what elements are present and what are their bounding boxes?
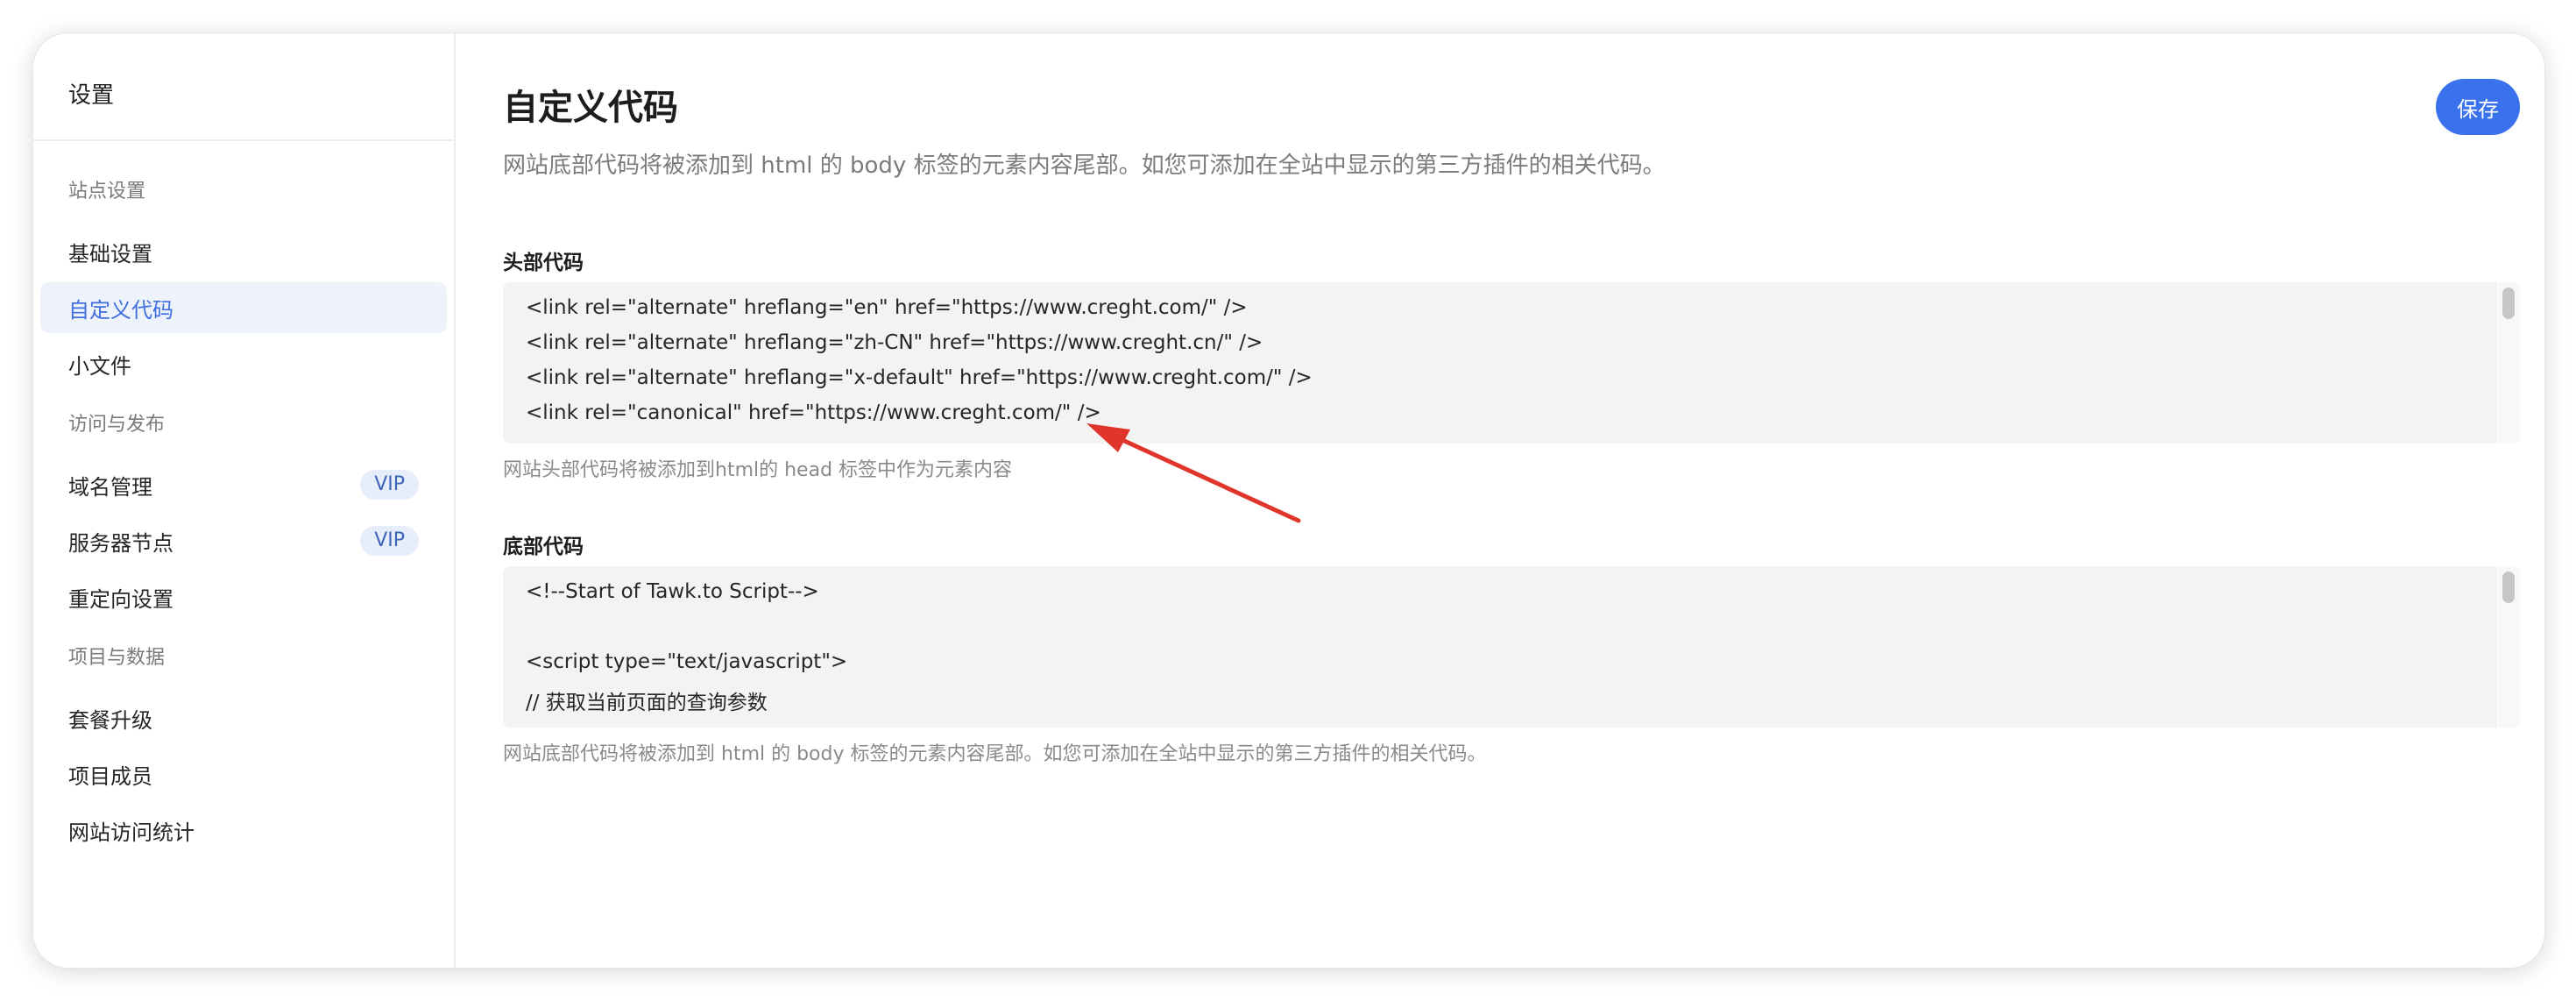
sidebar-item-label: 重定向设置: [68, 586, 173, 612]
sidebar: 设置 站点设置 基础设置 自定义代码 小文件 访问与发布 域名管理 VIP 服务…: [33, 33, 456, 968]
body-code-hint: 网站底部代码将被添加到 html 的 body 标签的元素内容尾部。如您可添加在…: [503, 743, 1487, 765]
sidebar-item-plan-upgrade[interactable]: 套餐升级: [40, 692, 447, 743]
sidebar-item-label: 基础设置: [68, 241, 152, 266]
code-line: <script type="text/javascript">: [526, 650, 848, 673]
sidebar-item-label: 网站访问统计: [68, 820, 195, 845]
head-code-label: 头部代码: [503, 252, 584, 274]
sidebar-item-custom-code[interactable]: 自定义代码: [40, 282, 447, 333]
page-description: 网站底部代码将被添加到 html 的 body 标签的元素内容尾部。如您可添加在…: [503, 153, 1666, 179]
code-line: <link rel="alternate" hreflang="x-defaul…: [526, 366, 1313, 389]
code-line: <link rel="canonical" href="https://www.…: [526, 401, 1101, 424]
head-code-hint: 网站头部代码将被添加到html的 head 标签中作为元素内容: [503, 459, 1013, 481]
page-title: 自定义代码: [503, 88, 678, 128]
head-code-scrollbar[interactable]: [2495, 282, 2520, 444]
sidebar-item-label: 项目成员: [68, 763, 152, 789]
code-line: <link rel="alternate" hreflang="en" href…: [526, 296, 1248, 319]
sidebar-item-basic-settings[interactable]: 基础设置: [40, 226, 447, 277]
group-label-site-settings: 站点设置: [68, 181, 146, 202]
sidebar-item-redirect-settings[interactable]: 重定向设置: [40, 571, 447, 622]
code-line: <link rel="alternate" hreflang="zh-CN" h…: [526, 331, 1263, 354]
body-code-label: 底部代码: [503, 536, 584, 558]
sidebar-item-label: 套餐升级: [68, 707, 152, 733]
group-label-project-data: 项目与数据: [68, 647, 166, 669]
scrollbar-thumb[interactable]: [2502, 288, 2515, 319]
sidebar-item-label: 域名管理: [68, 474, 152, 500]
sidebar-item-label: 服务器节点: [68, 530, 173, 556]
sidebar-item-server-nodes[interactable]: 服务器节点 VIP: [40, 515, 447, 566]
sidebar-item-label: 小文件: [68, 353, 131, 379]
save-button[interactable]: 保存: [2436, 79, 2520, 135]
head-code-editor[interactable]: <link rel="alternate" hreflang="en" href…: [503, 282, 2520, 444]
code-line: <!--Start of Tawk.to Script-->: [526, 580, 819, 603]
group-label-access-publish: 访问与发布: [68, 414, 166, 436]
body-code-scrollbar[interactable]: [2495, 566, 2520, 728]
main-panel: 自定义代码 网站底部代码将被添加到 html 的 body 标签的元素内容尾部。…: [457, 33, 2544, 968]
sidebar-item-site-analytics[interactable]: 网站访问统计: [40, 805, 447, 855]
vip-badge: VIP: [360, 470, 419, 500]
settings-window: 设置 站点设置 基础设置 自定义代码 小文件 访问与发布 域名管理 VIP 服务…: [33, 33, 2544, 968]
scrollbar-thumb[interactable]: [2502, 571, 2515, 603]
sidebar-item-small-files[interactable]: 小文件: [40, 338, 447, 389]
sidebar-item-domain-management[interactable]: 域名管理 VIP: [40, 459, 447, 510]
sidebar-divider: [33, 139, 454, 141]
sidebar-item-project-members[interactable]: 项目成员: [40, 749, 447, 799]
sidebar-item-label: 自定义代码: [68, 297, 173, 323]
sidebar-title: 设置: [68, 82, 115, 109]
vip-badge: VIP: [360, 526, 419, 556]
code-line: // 获取当前页面的查询参数: [526, 692, 768, 714]
body-code-editor[interactable]: <!--Start of Tawk.to Script--> <script t…: [503, 566, 2520, 728]
